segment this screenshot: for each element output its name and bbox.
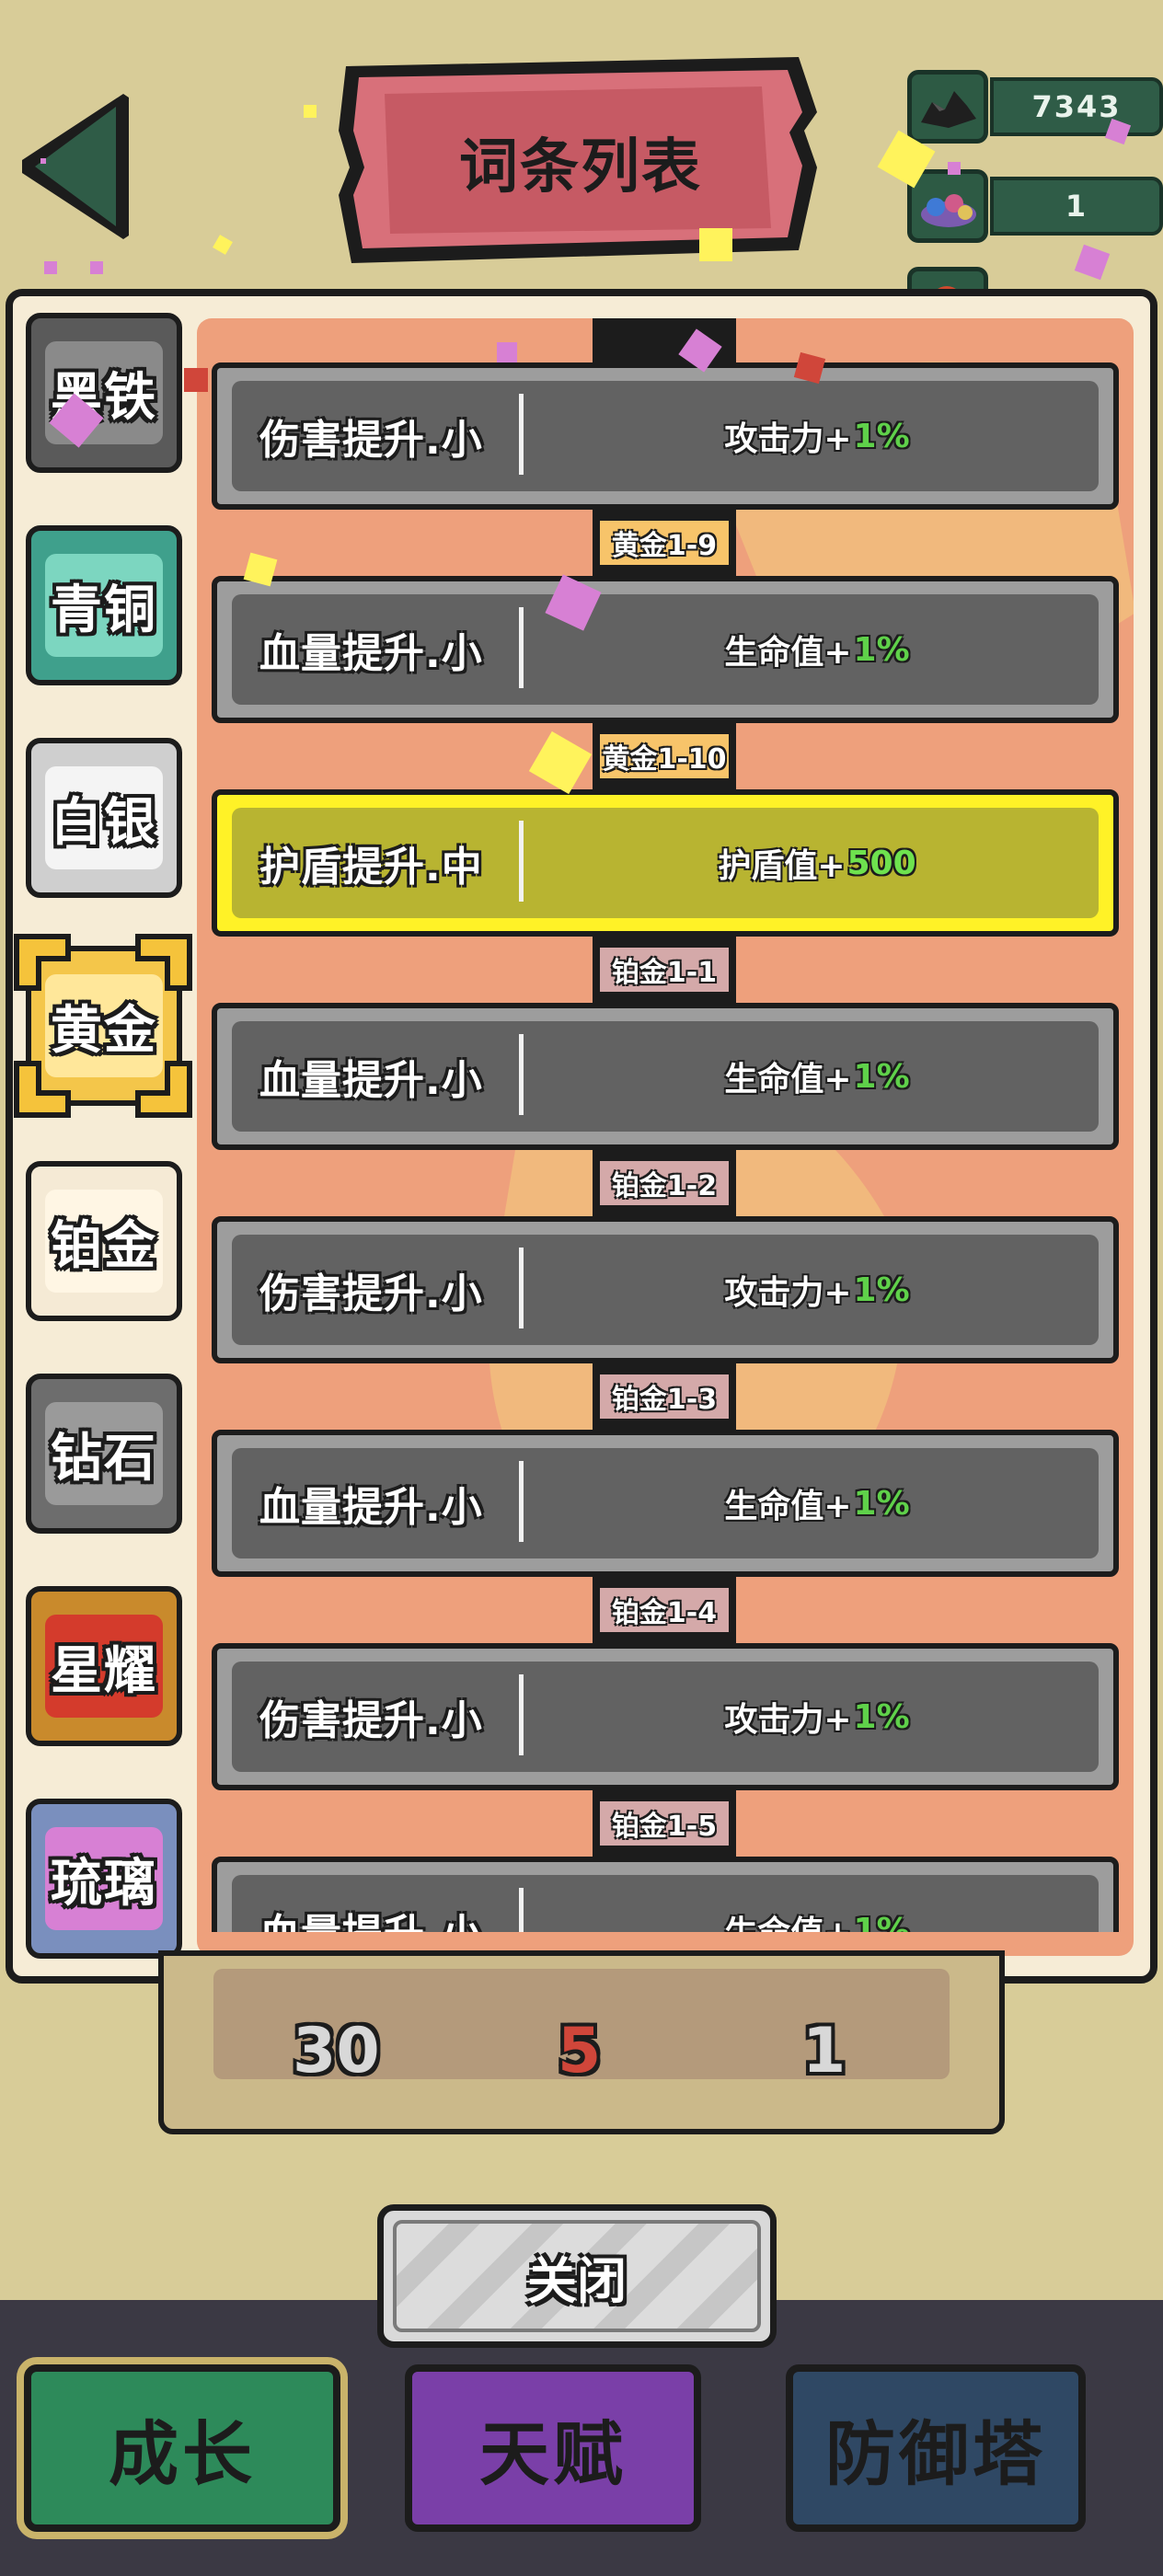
- page-title: 词条列表: [459, 133, 702, 201]
- affix-name: 血量提升.小: [259, 1875, 519, 1932]
- stage-label: 铂金1-2: [594, 1156, 734, 1211]
- nav-tower-tab[interactable]: 防御塔: [786, 2364, 1086, 2532]
- affix-row[interactable]: 伤害提升.小 攻击力+ 1%: [212, 1216, 1119, 1363]
- close-label: 关闭: [527, 2251, 627, 2310]
- stage-label: 黄金1-9: [594, 515, 734, 570]
- tier-tab-bronze[interactable]: 青铜: [26, 525, 182, 685]
- nav-talent-tab[interactable]: 天赋: [405, 2364, 701, 2532]
- stage-label: 铂金1-1: [594, 942, 734, 997]
- stage-label: 铂金1-5: [594, 1796, 734, 1851]
- affix-effect: 生命值+1%: [724, 1911, 910, 1933]
- stage-label: 黄金1-10: [594, 729, 734, 784]
- reward-count: 5: [558, 2015, 602, 2087]
- affix-effect: 攻击力+ 1%: [724, 1697, 910, 1740]
- affix-name: 血量提升.小: [259, 1057, 483, 1104]
- back-arrow-icon[interactable]: [13, 88, 134, 245]
- affix-name: 伤害提升.小: [259, 1271, 483, 1317]
- affix-effect: 生命值+1%: [724, 630, 910, 673]
- close-button[interactable]: 关闭: [377, 2204, 777, 2348]
- nav-label: 防御塔: [825, 2413, 1046, 2495]
- nav-label: 成长: [109, 2413, 256, 2495]
- affix-row-partial[interactable]: 血量提升.小生命值+1%: [212, 1857, 1119, 1932]
- affix-effect: 生命值+1%: [724, 1057, 910, 1099]
- tier-tab-black-iron[interactable]: 黑铁: [26, 313, 182, 473]
- affix-name: 血量提升.小: [259, 1484, 483, 1531]
- nav-growth-tab[interactable]: 成长: [24, 2364, 340, 2532]
- selected-tier-frame-icon: [14, 934, 192, 1118]
- nav-label: 天赋: [479, 2413, 627, 2495]
- tier-label: 白银: [51, 792, 157, 853]
- affix-effect: 护盾值+ 500: [718, 844, 916, 886]
- tier-label: 铂金: [51, 1215, 157, 1276]
- affix-name: 伤害提升.小: [259, 417, 483, 464]
- affix-effect: 攻击力+ 1%: [724, 1271, 910, 1313]
- affix-name: 血量提升.小: [259, 630, 483, 677]
- reward-count: 1: [802, 2015, 846, 2087]
- gem-pile-icon: [907, 169, 988, 243]
- affix-row[interactable]: 血量提升.小 生命值+ 1%: [212, 576, 1119, 723]
- affix-name: 护盾提升.中: [259, 844, 483, 891]
- ore-icon: [907, 70, 988, 144]
- affix-row[interactable]: 血量提升.小 生命值+ 1%: [212, 1430, 1119, 1577]
- resource-gems: 1: [907, 169, 1163, 243]
- tier-tab-diamond[interactable]: 钻石: [26, 1374, 182, 1534]
- tier-label: 星耀: [51, 1640, 157, 1701]
- tier-label: 钻石: [51, 1428, 157, 1489]
- tier-label: 琉璃: [51, 1853, 157, 1914]
- stage-label: 铂金1-4: [594, 1582, 734, 1638]
- affix-effect: 攻击力+ 1%: [724, 417, 910, 459]
- ore-count: 7343: [990, 77, 1163, 136]
- affix-row[interactable]: 伤害提升.小 攻击力+ 1%: [212, 1643, 1119, 1790]
- stage-label: 铂金1-3: [594, 1369, 734, 1424]
- gem-count: 1: [990, 177, 1163, 236]
- tier-label: 青铜: [51, 580, 157, 640]
- tier-tab-glaze[interactable]: 琉璃: [26, 1799, 182, 1959]
- affix-row[interactable]: 伤害提升.小 攻击力+ 1%: [212, 362, 1119, 510]
- affix-row-selected[interactable]: 护盾提升.中 护盾值+ 500: [212, 789, 1119, 937]
- affix-name: 伤害提升.小: [259, 1697, 483, 1744]
- tier-tab-star[interactable]: 星耀: [26, 1586, 182, 1746]
- affix-effect: 生命值+1%: [724, 1484, 910, 1526]
- tier-tab-silver[interactable]: 白银: [26, 738, 182, 898]
- tier-tab-platinum[interactable]: 铂金: [26, 1161, 182, 1321]
- affix-row[interactable]: 血量提升.小 生命值+ 1%: [212, 1003, 1119, 1150]
- reward-count: 30: [293, 2015, 380, 2087]
